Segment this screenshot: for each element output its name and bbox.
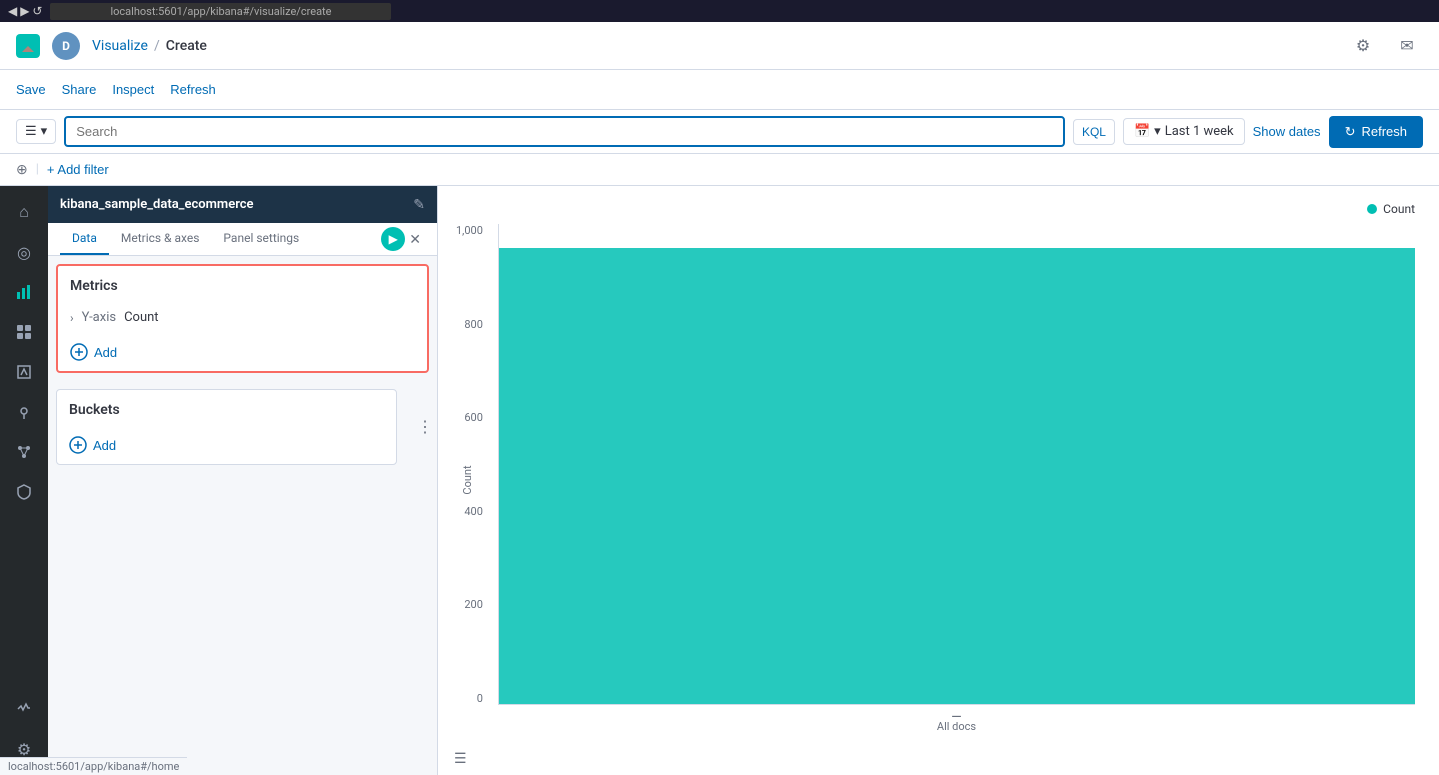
add-filter-row: ⊕ | + Add filter: [0, 154, 1439, 186]
y-tick-800: 800: [464, 318, 483, 331]
filter-icon: ⊕: [16, 162, 28, 178]
status-url: localhost:5601/app/kibana#/home: [8, 760, 179, 773]
buckets-add-row: Add: [57, 426, 396, 464]
settings-button[interactable]: ⚙: [1347, 30, 1379, 62]
y-tick-400: 400: [464, 505, 483, 518]
metrics-title: Metrics: [58, 266, 427, 302]
legend-dot: [1367, 204, 1377, 214]
sidebar-item-maps[interactable]: [6, 394, 42, 430]
metric-yaxis-type: Y-axis: [82, 310, 116, 325]
index-chevron: ▾: [41, 124, 48, 139]
y-tick-600: 600: [464, 411, 483, 424]
index-selector[interactable]: ☰ ▾: [16, 119, 56, 144]
refresh-toolbar-button[interactable]: Refresh: [170, 78, 216, 101]
share-button[interactable]: Share: [62, 78, 97, 101]
metrics-section: Metrics › Y-axis Count Add: [56, 264, 429, 373]
y-tick-200: 200: [464, 598, 483, 611]
sidebar-item-ml[interactable]: [6, 434, 42, 470]
sidebar-item-home[interactable]: ⌂: [6, 194, 42, 230]
sidebar-item-monitoring[interactable]: [6, 691, 42, 727]
add-filter-button[interactable]: + Add filter: [47, 162, 109, 177]
sidebar-item-discover[interactable]: ◎: [6, 234, 42, 270]
buckets-add-label[interactable]: Add: [93, 438, 116, 453]
data-source-header: kibana_sample_data_ecommerce ✎: [48, 186, 437, 223]
x-axis: ⚊ All docs: [498, 706, 1415, 733]
legend-label: Count: [1383, 202, 1415, 216]
x-axis-icon: ⚊: [951, 706, 962, 720]
buckets-add-button[interactable]: [69, 436, 87, 454]
icon-sidebar: ⌂ ◎ ⚙: [0, 186, 48, 775]
app-header: D Visualize / Create ⚙ ✉: [0, 22, 1439, 70]
search-input[interactable]: [64, 116, 1065, 147]
tab-panel-settings[interactable]: Panel settings: [211, 223, 311, 255]
metrics-add-button[interactable]: [70, 343, 88, 361]
browser-nav: ◀ ▶ ↺ localhost:5601/app/kibana#/visuali…: [8, 3, 391, 20]
filter-row: ☰ ▾ KQL 📅 ▾ Last 1 week Show dates ↻ Ref…: [0, 110, 1439, 154]
kibana-logo: [16, 34, 40, 58]
refresh-label: Refresh: [1361, 124, 1407, 139]
calendar-icon: 📅: [1134, 124, 1150, 139]
main-layout: ⌂ ◎ ⚙ kibana_sample_data_ecommerce: [0, 186, 1439, 775]
chart-legend: Count: [498, 202, 1415, 216]
inspect-button[interactable]: Inspect: [112, 78, 154, 101]
sidebar-item-visualize[interactable]: [6, 274, 42, 310]
more-options-button[interactable]: ⋮: [413, 413, 437, 441]
chart-bar: [499, 248, 1415, 704]
index-icon: ☰: [25, 124, 37, 139]
breadcrumb-separator: /: [154, 38, 160, 54]
tab-metrics-axes[interactable]: Metrics & axes: [109, 223, 212, 255]
breadcrumb: Visualize / Create: [92, 38, 207, 54]
date-range-label: Last 1 week: [1165, 124, 1234, 139]
status-bar: localhost:5601/app/kibana#/home: [0, 757, 187, 775]
sidebar-item-canvas[interactable]: [6, 354, 42, 390]
chart-bottom-toolbar: ☰: [454, 750, 467, 767]
panel-tabs: Data Metrics & axes Panel settings ▶ ✕: [48, 223, 437, 256]
editor-toolbar: Save Share Inspect Refresh: [0, 70, 1439, 110]
chart-container: Count 1,000 800 600 400 200 0 ⚊ All docs: [498, 224, 1415, 735]
chart-list-button[interactable]: ☰: [454, 750, 467, 767]
y-axis: 1,000 800 600 400 200 0: [456, 224, 483, 705]
chart-plot: [498, 224, 1415, 705]
metrics-add-label[interactable]: Add: [94, 345, 117, 360]
buckets-title: Buckets: [57, 390, 396, 426]
kql-button[interactable]: KQL: [1073, 119, 1115, 145]
close-panel-button[interactable]: ✕: [405, 231, 425, 248]
breadcrumb-parent[interactable]: Visualize: [92, 38, 148, 54]
breadcrumb-current: Create: [166, 38, 207, 54]
mail-button[interactable]: ✉: [1391, 30, 1423, 62]
chart-area: Count Count 1,000 800 600 400 200 0 ⚊: [438, 186, 1439, 775]
panel-area: kibana_sample_data_ecommerce ✎ Data Metr…: [48, 186, 438, 775]
metric-yaxis-label: Count: [124, 310, 158, 325]
y-tick-0: 0: [477, 692, 483, 705]
x-axis-label: All docs: [937, 720, 976, 733]
sidebar-item-siem[interactable]: [6, 474, 42, 510]
browser-topbar: ◀ ▶ ↺ localhost:5601/app/kibana#/visuali…: [0, 0, 1439, 22]
sidebar-item-dashboard[interactable]: [6, 314, 42, 350]
user-avatar[interactable]: D: [52, 32, 80, 60]
metrics-add-row: Add: [58, 333, 427, 371]
refresh-button[interactable]: ↻ Refresh: [1329, 116, 1423, 148]
metric-item-yaxis[interactable]: › Y-axis Count: [58, 302, 427, 333]
buckets-section: Buckets Add: [56, 389, 397, 465]
chevron-down-icon: ▾: [1154, 124, 1161, 139]
date-picker[interactable]: 📅 ▾ Last 1 week: [1123, 118, 1245, 145]
refresh-icon: ↻: [1345, 124, 1356, 140]
y-tick-1000: 1,000: [456, 224, 483, 237]
save-button[interactable]: Save: [16, 78, 46, 101]
data-source-edit-icon[interactable]: ✎: [413, 196, 425, 213]
tab-data[interactable]: Data: [60, 223, 109, 255]
show-dates-button[interactable]: Show dates: [1253, 124, 1321, 139]
metric-chevron-icon: ›: [70, 311, 74, 325]
run-button[interactable]: ▶: [381, 227, 405, 251]
data-source-name: kibana_sample_data_ecommerce: [60, 197, 254, 212]
